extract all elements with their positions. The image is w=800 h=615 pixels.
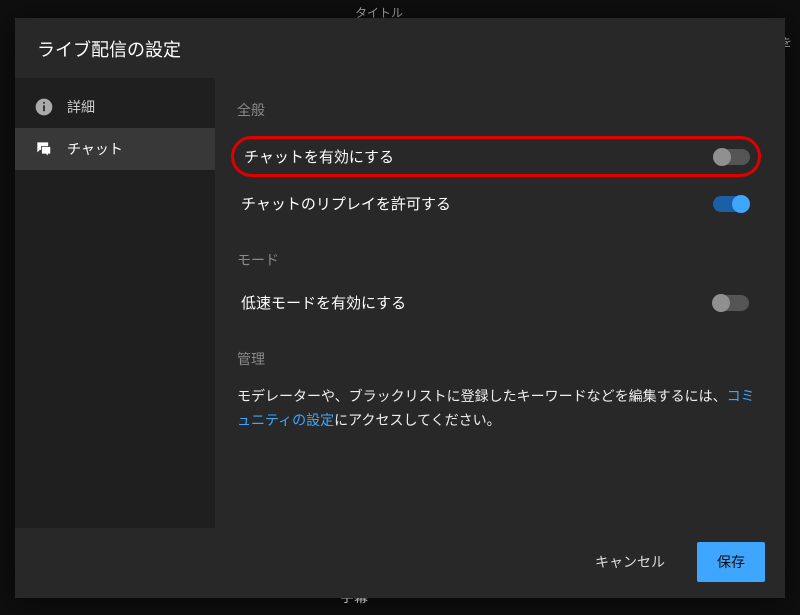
setting-label: チャットを有効にする	[244, 146, 394, 167]
dialog-footer: キャンセル 保存	[15, 528, 785, 598]
sidebar-item-label: チャット	[67, 139, 123, 159]
section-title-manage: 管理	[237, 349, 757, 369]
setting-allow-replay: チャットのリプレイを許可する	[237, 187, 757, 220]
chat-icon	[33, 138, 55, 160]
setting-label: 低速モードを有効にする	[241, 292, 406, 313]
dialog-content: 全般 チャットを有効にする チャットのリプレイを許可する モード 低速モードを有…	[215, 78, 785, 528]
sidebar-item-details[interactable]: 詳細	[15, 86, 215, 128]
setting-enable-chat: チャットを有効にする	[231, 136, 761, 177]
toggle-allow-replay[interactable]	[713, 196, 749, 212]
save-button[interactable]: 保存	[697, 542, 765, 582]
setting-label: チャットのリプレイを許可する	[241, 193, 451, 214]
cancel-button[interactable]: キャンセル	[583, 544, 677, 580]
sidebar-item-chat[interactable]: チャット	[15, 128, 215, 170]
toggle-enable-chat[interactable]	[714, 149, 750, 165]
setting-slow-mode: 低速モードを有効にする	[237, 286, 757, 319]
sidebar-item-label: 詳細	[67, 97, 95, 117]
section-title-mode: モード	[237, 250, 757, 270]
dialog-title: ライブ配信の設定	[15, 18, 785, 78]
info-icon	[33, 96, 55, 118]
manage-description: モデレーターや、ブラックリストに登録したキーワードなどを編集するには、コミュニテ…	[237, 385, 757, 433]
dialog-sidebar: 詳細 チャット	[15, 78, 215, 528]
toggle-slow-mode[interactable]	[713, 295, 749, 311]
settings-dialog: ライブ配信の設定 詳細 チャット 全般 チャットを有効にする	[15, 18, 785, 598]
section-title-general: 全般	[237, 100, 757, 120]
